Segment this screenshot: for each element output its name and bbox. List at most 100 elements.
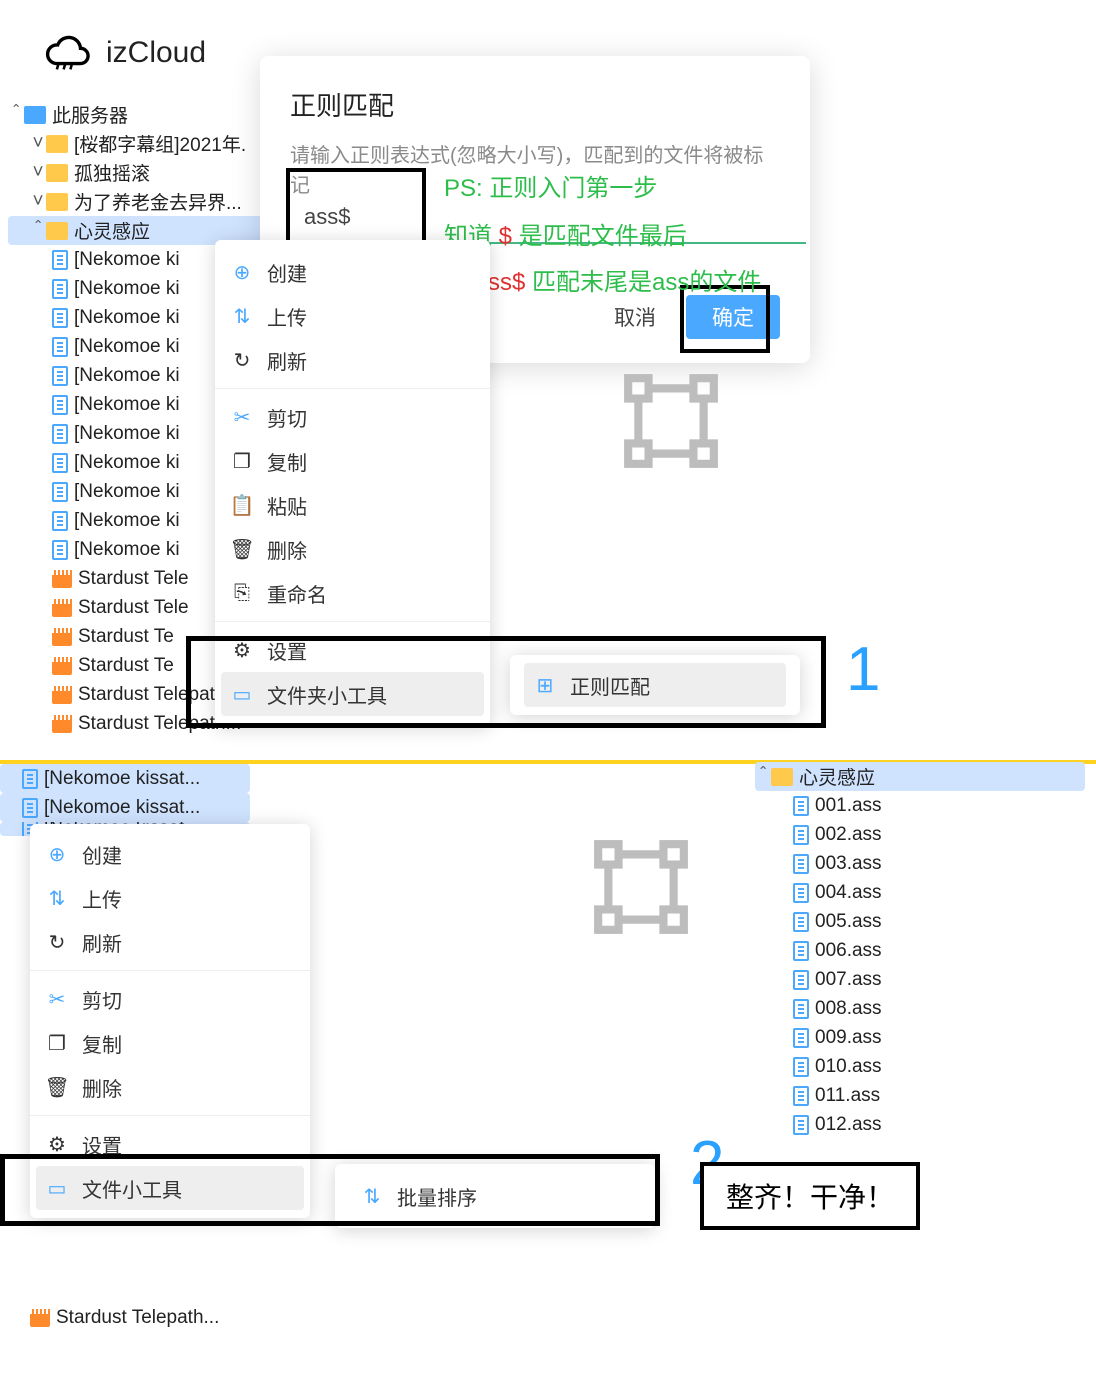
ctx-refresh[interactable]: ↻ 刷新 [215,338,490,382]
placeholder-icon [620,370,722,477]
folder-icon [46,193,68,211]
file-icon [52,337,68,357]
file-icon [793,883,809,903]
result-file[interactable]: 012.ass [755,1110,1085,1139]
result-file[interactable]: 003.ass [755,849,1085,878]
upload-icon: ⇅ [231,304,253,329]
folder-icon [771,768,793,786]
video-icon [52,657,72,675]
result-file[interactable]: 006.ass [755,936,1085,965]
file-icon [52,482,68,502]
tree-root[interactable]: ＾此服务器 [8,100,278,129]
file-label: 007.ass [815,969,882,991]
ctx-delete[interactable]: 🗑删除 [215,527,490,571]
result-tree: ＾心灵感应 001.ass002.ass003.ass 004.ass 005.as… [755,762,1085,1139]
ctx-paste[interactable]: 📋粘贴 [215,483,490,527]
tree-folder-selected[interactable]: ＾心灵感应 [755,762,1085,791]
regex-input[interactable]: ass$ [304,204,350,244]
tree-folder[interactable]: ˅为了养老金去异界... [8,187,278,216]
separator [30,1115,310,1116]
list-item[interactable]: [Nekomoe kissat... [0,764,250,793]
tree-label: Stardust Te [78,655,174,677]
file-label: 009.ass [815,1027,882,1049]
tree-label: [Nekomoe ki [74,394,180,416]
result-file[interactable]: 004.ass [755,878,1085,907]
result-file[interactable]: 007.ass [755,965,1085,994]
ctx-label: 重命名 [267,579,327,608]
ctx-create[interactable]: ⊕创建 [30,832,310,876]
ctx-label: 删除 [267,535,307,564]
cancel-button[interactable]: 取消 [588,295,682,339]
video-icon [52,628,72,646]
ctx-refresh[interactable]: ↻ 刷新 [30,920,310,964]
result-file[interactable]: 002.ass [755,820,1085,849]
result-file[interactable]: 008.ass [755,994,1085,1023]
separator [215,621,490,622]
ctx-upload[interactable]: ⇅上传 [30,876,310,920]
file-label: Stardust Telepath... [56,1307,219,1329]
folder-icon [46,164,68,182]
file-icon [52,540,68,560]
plus-icon: ⊕ [231,260,253,285]
file-label: 004.ass [815,882,882,904]
result-file[interactable]: 009.ass [755,1023,1085,1052]
file-label: 005.ass [815,911,882,933]
file-icon [793,1028,809,1048]
ctx-label: 剪切 [267,403,307,432]
scissors-icon: ✂ [231,405,253,430]
ctx-cut[interactable]: ✂ 剪切 [215,395,490,439]
tree-label: Stardust Te [78,626,174,648]
folder-icon [24,106,46,124]
result-file[interactable]: 010.ass [755,1052,1085,1081]
file-icon [793,1057,809,1077]
tree-label: [Nekomoe ki [74,539,180,561]
result-file[interactable]: 005.ass [755,907,1085,936]
ctx-copy[interactable]: ❐复制 [30,1021,310,1065]
file-icon [52,511,68,531]
ctx-delete[interactable]: 🗑 删除 [30,1065,310,1109]
dialog-title: 正则匹配 [290,86,780,123]
file-icon [793,999,809,1019]
file-icon [793,825,809,845]
file-icon [52,366,68,386]
list-item[interactable]: [Nekomoe kissat... [0,793,250,822]
result-file[interactable]: 001.ass [755,791,1085,820]
file-icon [52,453,68,473]
separator [30,970,310,971]
plus-icon: ⊕ [46,842,68,867]
ctx-label: 删除 [82,1073,122,1102]
tree-label: [Nekomoe ki [74,423,180,445]
video-icon [52,570,72,588]
tree-label: 心灵感应 [74,217,150,244]
ctx-label: 上传 [82,884,122,913]
ctx-create[interactable]: ⊕ 创建 [215,250,490,294]
tree-folder[interactable]: ˅[桜都字幕组]2021年. [8,129,278,158]
ctx-upload[interactable]: ⇅上传 [215,294,490,338]
file-label: 011.ass [815,1085,880,1107]
app-brand: izCloud [40,28,206,77]
file-label: [Nekomoe kissat... [44,797,200,819]
ctx-cut[interactable]: ✂剪切 [30,977,310,1021]
file-icon [52,279,68,299]
copy-icon: ❐ [231,449,253,474]
result-file[interactable]: 011.ass [755,1081,1085,1110]
clean-annotation: 整齐！干净！ [700,1162,920,1230]
step2-highlight [0,1154,660,1226]
tree-label: [Nekomoe ki [74,452,180,474]
folder-icon [46,135,68,153]
ctx-label: 刷新 [82,928,122,957]
refresh-icon: ↻ [46,930,68,955]
ctx-copy[interactable]: ❐复制 [215,439,490,483]
regex-input-highlight: ass$ [286,168,426,248]
ctx-label: 创建 [267,258,307,287]
ctx-label: 刷新 [267,346,307,375]
refresh-icon: ↻ [231,348,253,373]
list-item[interactable]: Stardust Telepath... [30,1303,219,1332]
ctx-label: 剪切 [82,985,122,1014]
file-icon [793,796,809,816]
placeholder-icon [590,836,692,943]
ctx-rename[interactable]: ⎘重命名 [215,571,490,615]
tree-label: Stardust Tele [78,597,189,619]
trash-icon: 🗑 [46,1075,68,1100]
tree-folder[interactable]: ˅孤独摇滚 [8,158,278,187]
